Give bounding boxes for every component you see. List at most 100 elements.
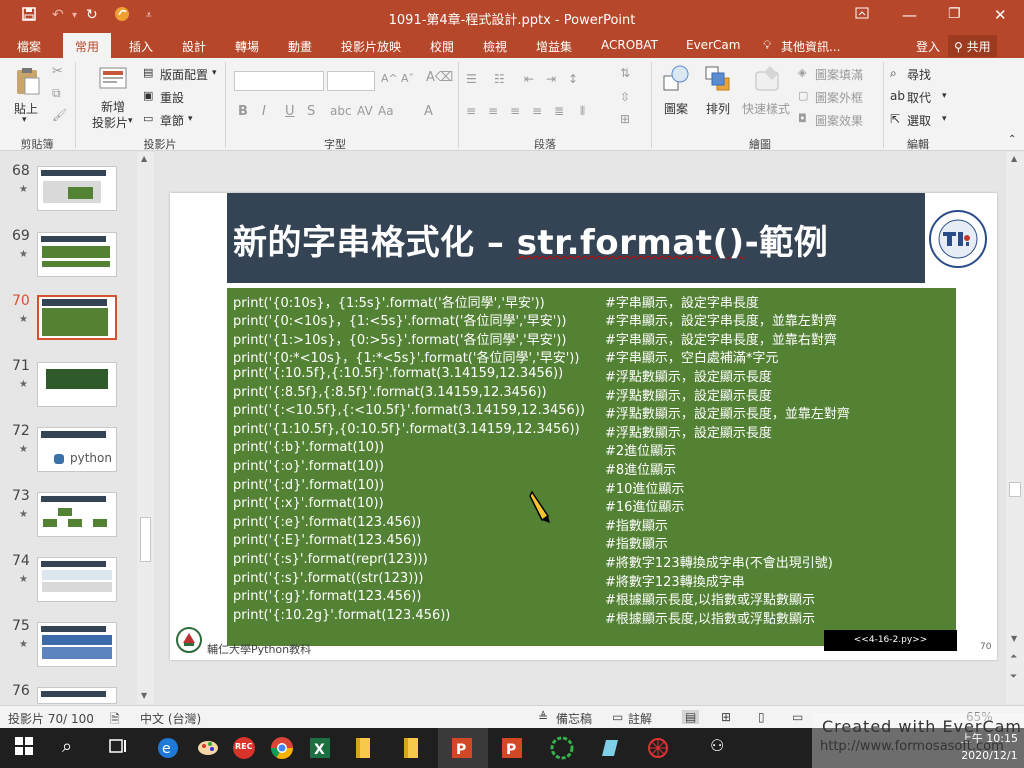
tab-evercam[interactable]: EverCam	[686, 38, 740, 52]
scroll-down-icon[interactable]: ▼	[1011, 634, 1017, 643]
replace-button[interactable]: 取代	[907, 89, 931, 106]
tab-design[interactable]: 設計	[182, 38, 206, 55]
section-dropdown-icon[interactable]: ▾	[188, 114, 193, 124]
tab-view[interactable]: 檢視	[483, 38, 507, 55]
scrollbar-thumb[interactable]	[140, 517, 151, 562]
find-button[interactable]: 尋找	[907, 66, 931, 83]
task-view-icon[interactable]	[108, 736, 132, 760]
char-spacing-icon[interactable]: AV	[357, 104, 373, 118]
line-spacing-icon[interactable]: ↕	[568, 72, 578, 86]
arrange-icon[interactable]	[703, 64, 733, 94]
paste-icon[interactable]	[12, 66, 42, 96]
layout-button[interactable]: 版面配置	[160, 66, 208, 83]
align-center-icon[interactable]: ≡	[488, 104, 498, 118]
reset-button[interactable]: 重設	[160, 89, 184, 106]
tab-transitions[interactable]: 轉場	[235, 38, 259, 55]
clear-format-icon[interactable]: A⌫	[426, 70, 453, 85]
slide-sorter-icon[interactable]: ⊞	[721, 710, 731, 724]
tab-acrobat[interactable]: ACROBAT	[601, 38, 658, 52]
shrink-font-icon[interactable]: Aˇ	[401, 72, 414, 85]
windows-start-icon[interactable]	[14, 736, 38, 760]
previous-slide-icon[interactable]: ⏶	[1010, 652, 1017, 662]
close-icon[interactable]: ✕	[994, 6, 1007, 24]
comments-button[interactable]: 註解	[628, 710, 652, 727]
columns-icon[interactable]: ⫴	[580, 104, 585, 119]
tab-review[interactable]: 校閱	[430, 38, 454, 55]
bullets-icon[interactable]: ☰	[466, 72, 477, 86]
shapes-icon[interactable]	[661, 64, 691, 94]
tab-animations[interactable]: 動畫	[288, 38, 312, 55]
slide-thumbnail-73[interactable]	[37, 492, 117, 537]
distributed-icon[interactable]: ≣	[554, 104, 564, 118]
align-left-icon[interactable]: ≡	[466, 104, 476, 118]
new-slide-button[interactable]: 新增	[101, 98, 125, 115]
normal-view-icon[interactable]: ▤	[682, 710, 700, 724]
grow-font-icon[interactable]: A^	[381, 72, 398, 85]
scroll-down-icon[interactable]: ▼	[141, 691, 147, 700]
text-direction-icon[interactable]: ⇅	[620, 66, 630, 80]
select-button[interactable]: 選取	[907, 112, 931, 129]
new-slide-dropdown-icon[interactable]: ▾	[128, 116, 133, 126]
network-app-icon[interactable]	[646, 736, 670, 760]
language-indicator[interactable]: 中文 (台灣)	[140, 710, 201, 727]
scroll-up-icon[interactable]: ▲	[141, 154, 147, 163]
minimize-icon[interactable]: —	[902, 6, 917, 24]
align-right-icon[interactable]: ≡	[510, 104, 520, 118]
slide-thumbnail-72[interactable]: python	[37, 427, 117, 472]
layout-dropdown-icon[interactable]: ▾	[212, 68, 217, 78]
slideshow-view-icon[interactable]: ▭	[792, 710, 803, 724]
paint-icon[interactable]	[196, 736, 220, 760]
new-slide-button-2[interactable]: 投影片	[92, 114, 128, 131]
slide-title[interactable]: 新的字串格式化 – str.format()-範例	[233, 215, 828, 264]
evercam-icon[interactable]	[598, 736, 622, 760]
format-painter-icon[interactable]: 🖌︎	[52, 108, 67, 122]
shape-outline-button[interactable]: 圖案外框	[815, 89, 863, 106]
share-button[interactable]: ⚲ 共用	[948, 35, 997, 57]
new-slide-icon[interactable]	[98, 64, 128, 94]
copy-icon[interactable]: ⧉	[52, 86, 61, 101]
shadow-button[interactable]: S	[307, 104, 315, 119]
slide-thumbnail-71[interactable]	[37, 362, 117, 407]
slide-scrollbar[interactable]: ▲ ▼ ⏶ ⏷	[1006, 152, 1024, 704]
tab-home[interactable]: 常用	[63, 33, 112, 58]
shapes-button[interactable]: 圖案	[664, 100, 688, 117]
slide-thumbnail-68[interactable]	[37, 166, 117, 211]
powerpoint-icon[interactable]: P	[450, 736, 474, 760]
cut-icon[interactable]: ✂	[52, 64, 63, 79]
select-dropdown-icon[interactable]: ▾	[942, 114, 947, 124]
shape-fill-button[interactable]: 圖案填滿	[815, 66, 863, 83]
scroll-up-icon[interactable]: ▲	[1011, 154, 1017, 163]
arrange-button[interactable]: 排列	[706, 100, 730, 117]
slide-thumbnail-74[interactable]	[37, 557, 117, 602]
slide-thumbnail-75[interactable]	[37, 622, 117, 667]
slide-canvas[interactable]: 新的字串格式化 – str.format()-範例 print('{0:10s}…	[170, 193, 997, 660]
slide-thumbnail-70[interactable]	[37, 295, 117, 340]
italic-button[interactable]: I	[262, 104, 266, 119]
collapse-ribbon-icon[interactable]: ⌃	[1008, 134, 1016, 145]
quick-styles-icon[interactable]	[752, 64, 782, 94]
next-slide-icon[interactable]: ⏷	[1010, 672, 1017, 682]
slide-thumbnail-76[interactable]	[37, 687, 117, 704]
tab-insert[interactable]: 插入	[129, 38, 153, 55]
notes-button[interactable]: 備忘稿	[556, 710, 592, 727]
ribbon-display-options-icon[interactable]	[855, 6, 869, 24]
quick-styles-button[interactable]: 快速樣式	[742, 100, 790, 117]
thumbnail-scrollbar[interactable]: ▲ ▼	[137, 152, 154, 704]
replace-dropdown-icon[interactable]: ▾	[942, 91, 947, 101]
tab-slideshow[interactable]: 投影片放映	[341, 38, 401, 55]
tab-addins[interactable]: 增益集	[536, 38, 572, 55]
paste-dropdown-icon[interactable]: ▾	[22, 115, 27, 125]
change-case-button[interactable]: Aa	[378, 104, 394, 118]
section-button[interactable]: 章節	[160, 112, 184, 129]
shape-effects-button[interactable]: 圖案效果	[815, 112, 863, 129]
bold-button[interactable]: B	[238, 104, 248, 119]
increase-indent-icon[interactable]: ⇥	[546, 72, 556, 86]
restore-icon[interactable]: ❐	[948, 6, 961, 22]
chrome-icon[interactable]	[270, 736, 294, 760]
scrollbar-thumb[interactable]	[1009, 482, 1021, 497]
underline-button[interactable]: U	[285, 104, 295, 119]
recorder-icon[interactable]	[550, 736, 574, 760]
file-explorer-icon[interactable]	[352, 736, 376, 760]
slide-thumbnail-69[interactable]	[37, 232, 117, 277]
decrease-indent-icon[interactable]: ⇤	[524, 72, 534, 86]
